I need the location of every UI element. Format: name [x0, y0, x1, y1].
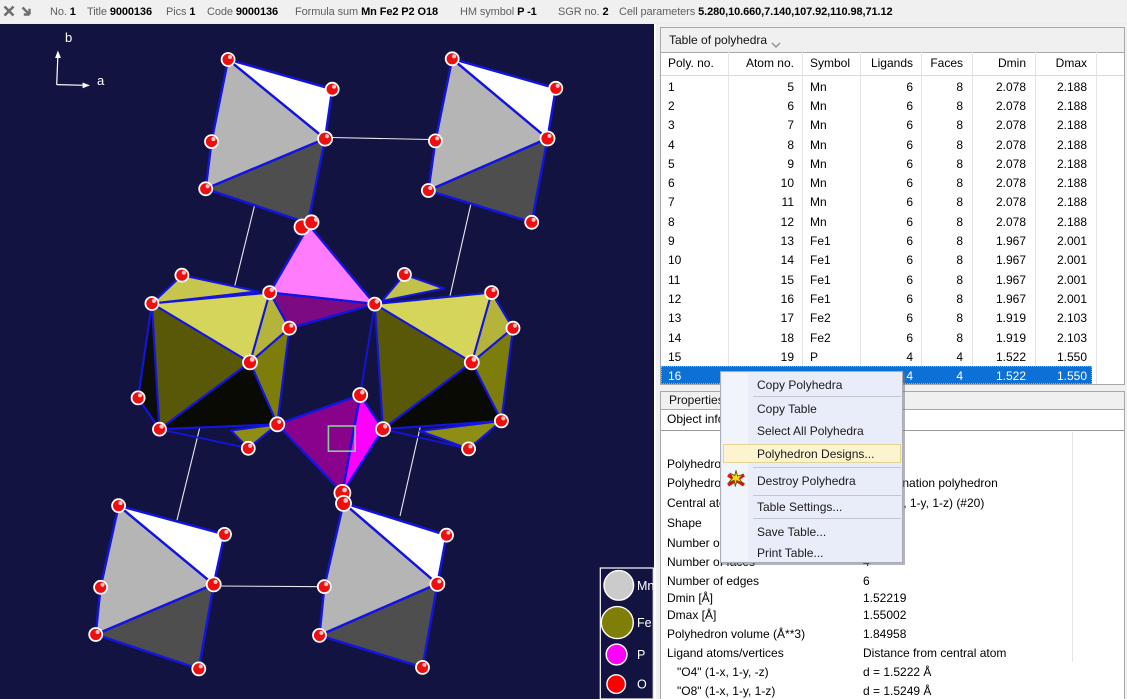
svg-text:b: b [65, 30, 72, 45]
svg-text:Fe: Fe [637, 616, 652, 630]
svg-text:O: O [637, 678, 647, 692]
svg-text:a: a [97, 73, 105, 88]
svg-text:Mn: Mn [637, 579, 654, 593]
svg-text:P: P [637, 648, 645, 662]
